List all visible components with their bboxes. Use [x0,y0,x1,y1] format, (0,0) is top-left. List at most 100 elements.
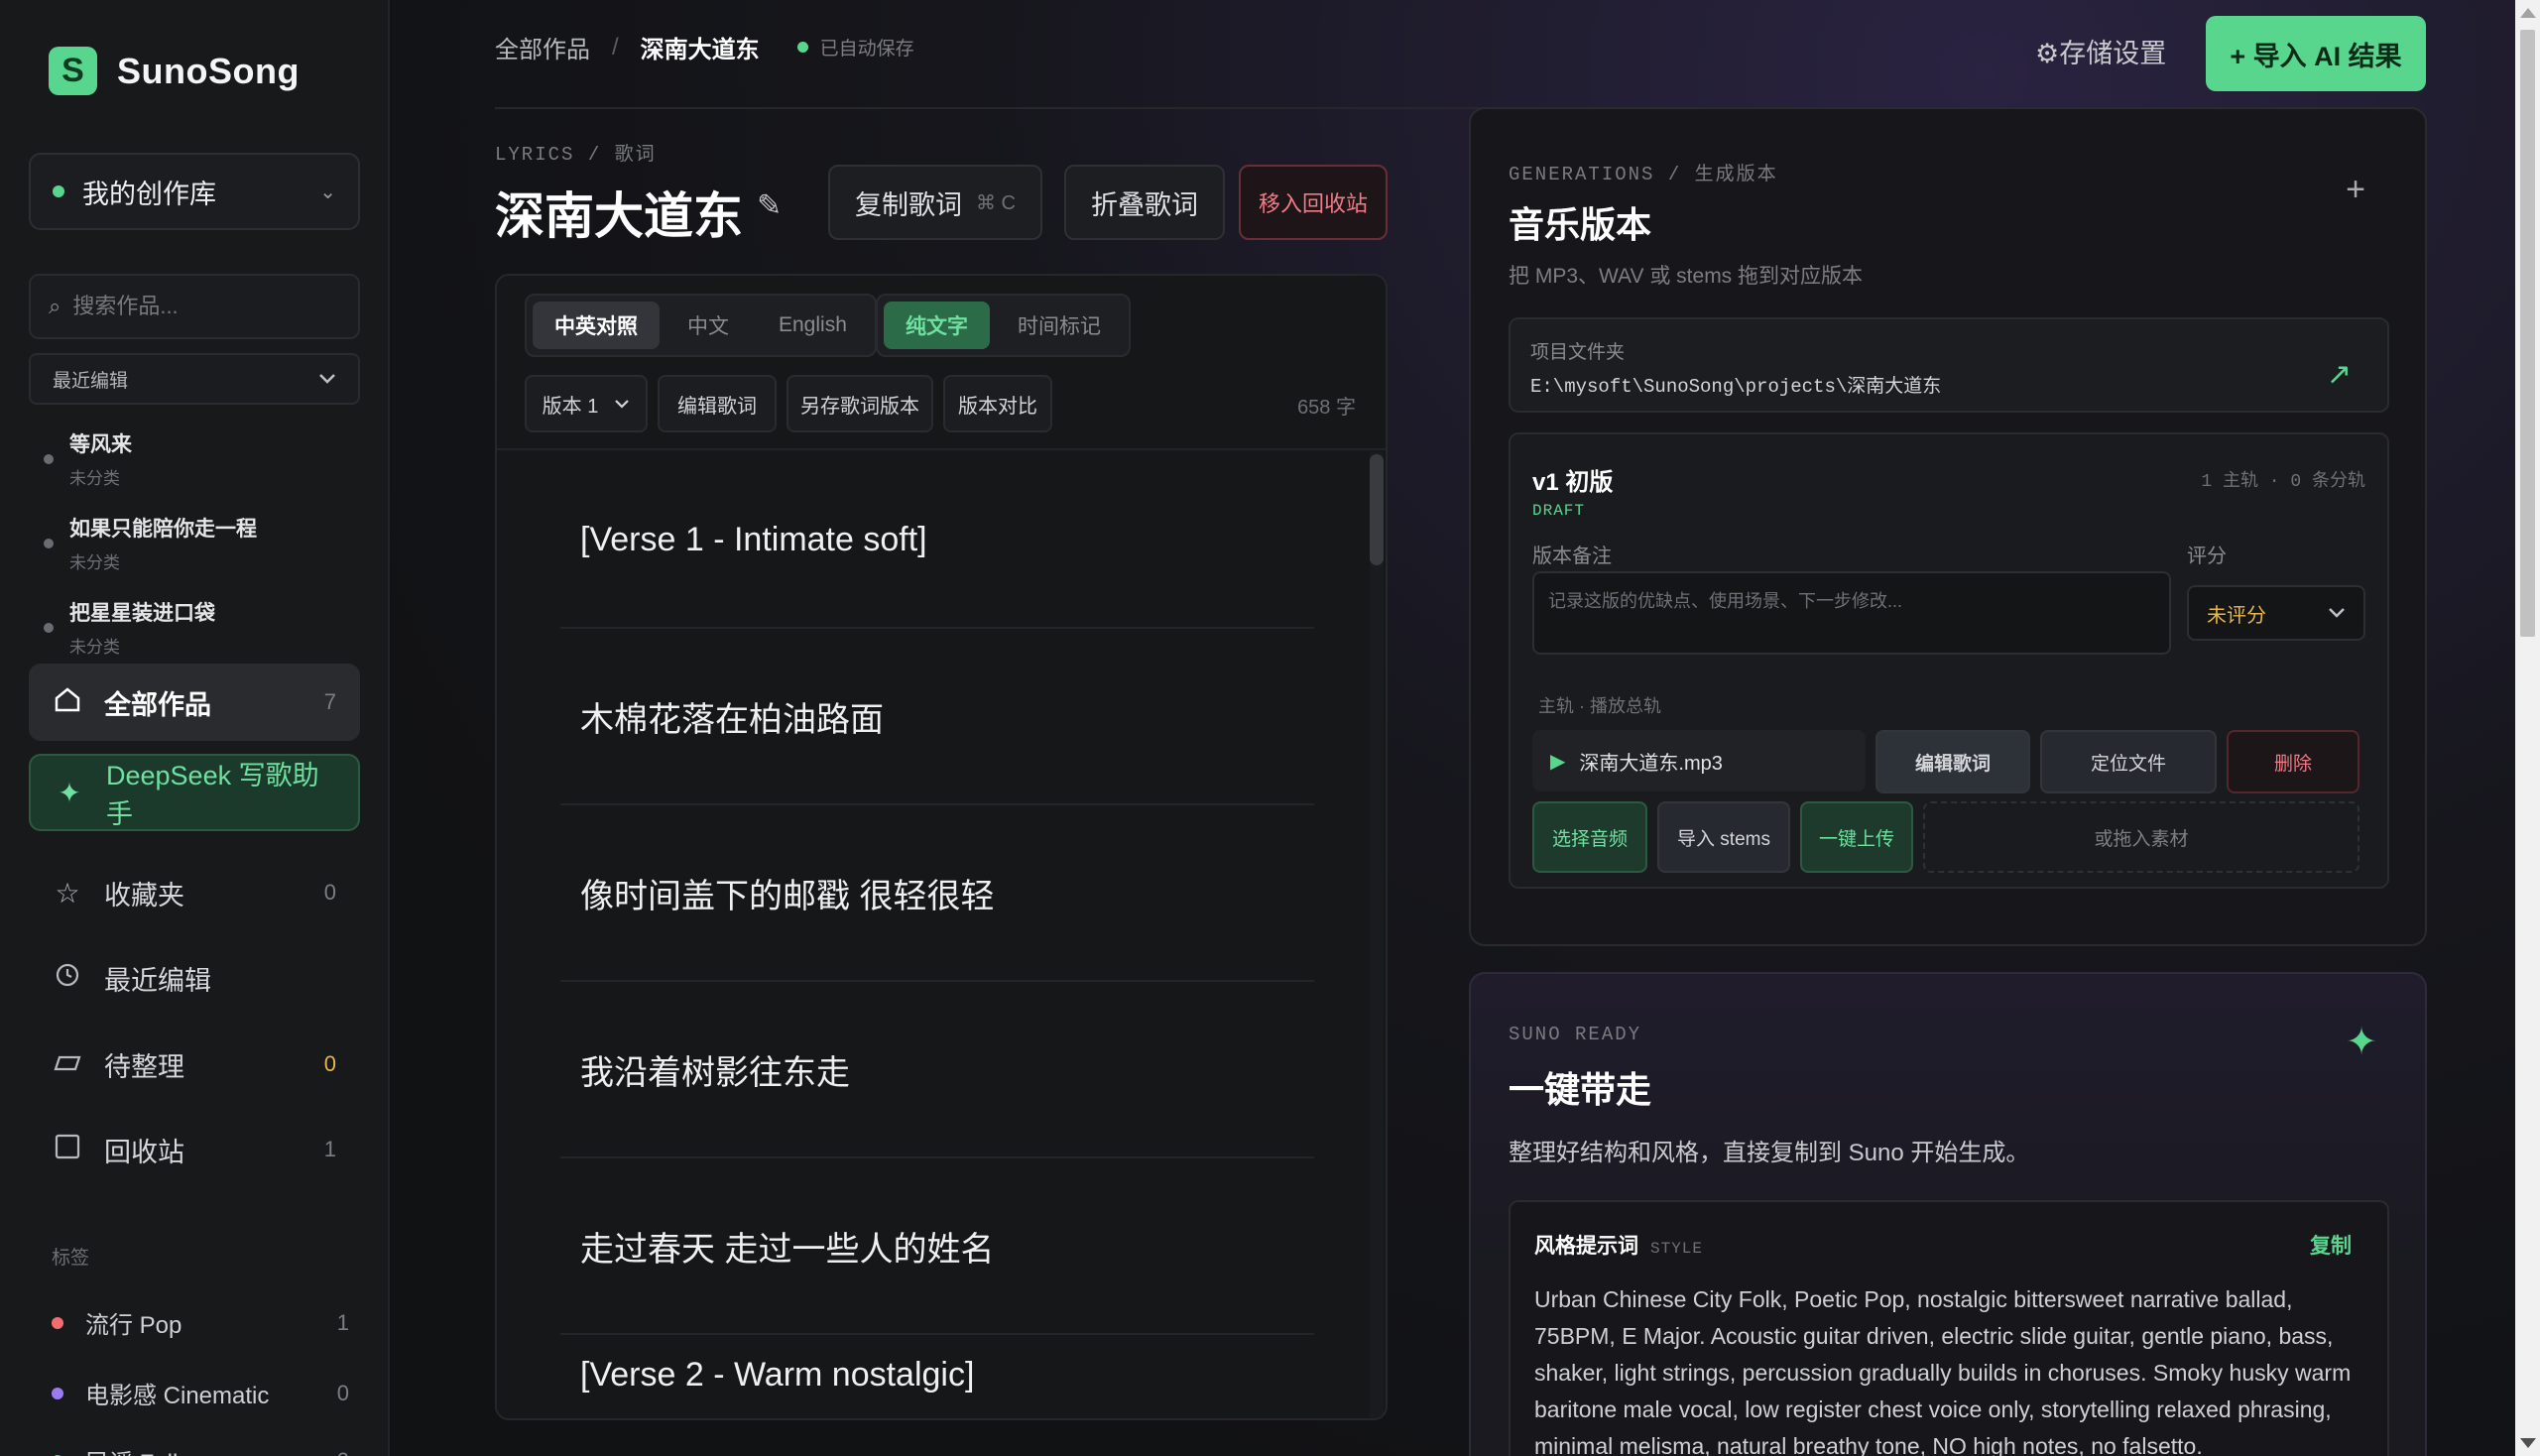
recent-song-item[interactable]: 把星星装进口袋 未分类 [44,597,215,658]
lyric-line[interactable]: 我沿着树影往东走 [560,982,1314,1158]
main-track-label: 主轨 · 播放总轨 [1538,696,1661,716]
recent-song-category: 未分类 [69,638,120,657]
chevron-down-icon [319,374,335,384]
suno-subtitle: 整理好结构和风格，直接复制到 Suno 开始生成。 [1509,1140,2030,1166]
lyrics-scrollbar-thumb[interactable] [1370,454,1384,565]
breadcrumb-root-link[interactable]: 全部作品 [495,30,590,64]
move-to-trash-label: 移入回收站 [1258,191,1368,216]
tab-bilingual[interactable]: 中英对照 [533,302,660,349]
version-card: v1 初版 DRAFT 1 主轨 · 0 条分轨 版本备注 评分 未评分 主轨 … [1509,432,2389,889]
search-icon: ⌕ [49,294,61,318]
style-prompt-text: Urban Chinese City Folk, Poetic Pop, nos… [1534,1286,2352,1456]
rating-select[interactable]: 未评分 [2187,585,2365,641]
search-box[interactable]: ⌕ [29,274,360,339]
breadcrumb: 全部作品 / 深南大道东 已自动保存 [495,30,914,64]
page-scrollbar-thumb[interactable] [2520,30,2535,637]
rating-select-value: 未评分 [2207,604,2266,627]
recent-song-category: 未分类 [69,469,120,488]
mode-tabs: 纯文字 时间标记 [876,294,1131,357]
nav-label: 回收站 [104,1137,184,1167]
page-scrollbar[interactable] [2515,0,2540,1456]
recent-song-item[interactable]: 等风来 未分类 [44,428,132,489]
lyric-line[interactable]: 木棉花落在柏油路面 [560,629,1314,805]
style-prompt-header: 风格提示词 STYLE [1534,1230,1703,1260]
move-to-trash-button[interactable]: 移入回收站 [1239,165,1388,240]
rating-label: 评分 [2187,546,2227,567]
copy-lyrics-label: 复制歌词 [855,189,962,220]
nav-recent[interactable]: 最近编辑 [29,939,360,1017]
tab-timestamps[interactable]: 时间标记 [996,302,1123,349]
tab-english[interactable]: English [757,302,869,349]
character-count: 658 字 [1297,397,1356,419]
tag-item[interactable]: 民谣 Folk 0 [52,1443,349,1456]
recent-song-item[interactable]: 如果只能陪你走一程 未分类 [44,513,257,573]
open-folder-arrow-icon[interactable]: ↗ [2327,357,2352,392]
breadcrumb-current: 深南大道东 [640,37,760,63]
fold-lyrics-button[interactable]: 折叠歌词 [1064,165,1225,240]
copy-lyrics-button[interactable]: 复制歌词 ⌘ C [828,165,1042,240]
audio-file-name: 深南大道东.mp3 [1579,752,1723,775]
chevron-down-icon: ⌄ [319,181,336,203]
brand-logo-icon: S [49,47,97,95]
suno-ready-card: SUNO READY 一键带走 ✦ 整理好结构和风格，直接复制到 Suno 开始… [1469,972,2427,1456]
clock-icon [53,962,82,995]
autosave-dot-icon [796,42,808,53]
storage-settings-button[interactable]: ⚙存储设置 [2035,32,2166,70]
lyric-line[interactable]: [Verse 1 - Intimate soft] [560,452,1314,629]
nav-label: DeepSeek 写歌助手 [106,761,319,829]
save-lyrics-version-button[interactable]: 另存歌词版本 [786,375,933,432]
nav-to-organize[interactable]: 待整理 0 [29,1026,360,1103]
one-click-upload-button[interactable]: 一键上传 [1800,801,1913,873]
nav-all-works[interactable]: 全部作品 7 [29,664,360,741]
audio-file-row[interactable]: ▶ 深南大道东.mp3 [1532,730,1866,791]
project-folder-path: E:\mysoft\SunoSong\projects\深南大道东 [1530,376,1942,398]
sort-select[interactable]: 最近编辑 [29,353,360,405]
copy-style-button[interactable]: 复制 [2310,1230,2352,1260]
select-audio-button[interactable]: 选择音频 [1532,801,1647,873]
import-ai-result-button[interactable]: + 导入 AI 结果 [2206,16,2426,91]
lyric-line[interactable]: [Verse 2 - Warm nostalgic] [560,1335,1314,1414]
tab-plain-text[interactable]: 纯文字 [884,302,990,349]
nav-favorites[interactable]: ☆ 收藏夹 0 [29,854,360,931]
chevron-down-icon [615,400,630,409]
compare-versions-button[interactable]: 版本对比 [943,375,1052,432]
sidebar: S SunoSong 我的创作库 ⌄ ⌕ 最近编辑 等风来 未分类 如果 [0,0,390,1456]
edit-lyrics-button[interactable]: 编辑歌词 [658,375,777,432]
tag-item[interactable]: 流行 Pop 1 [52,1305,349,1340]
version-note-textarea[interactable] [1532,571,2171,655]
tab-chinese[interactable]: 中文 [665,302,751,349]
version-edit-lyrics-button[interactable]: 编辑歌词 [1875,730,2030,793]
play-icon[interactable]: ▶ [1550,749,1565,774]
add-version-plus-icon[interactable]: + [2346,171,2365,209]
lyric-line[interactable]: 像时间盖下的邮戳 很轻很轻 [560,805,1314,982]
sparkle-icon: ✦ [2346,1022,2377,1063]
project-folder-label: 项目文件夹 [1530,342,1626,363]
recent-dot-icon [44,539,54,548]
drop-zone[interactable]: 或拖入素材 [1923,801,2359,873]
suno-eyebrow: SUNO READY [1509,1024,1642,1045]
workspace-selector[interactable]: 我的创作库 ⌄ [29,153,360,230]
version-select[interactable]: 版本 1 [525,375,648,432]
pencil-icon[interactable]: ✎ [757,188,782,223]
generations-eyebrow: GENERATIONS / 生成版本 [1509,164,1778,185]
scroll-up-arrow-icon[interactable] [2520,8,2536,18]
nav-trash[interactable]: 回收站 1 [29,1111,360,1188]
locate-file-button[interactable]: 定位文件 [2040,730,2217,793]
nav-label: 收藏夹 [104,880,184,910]
autosave-text: 已自动保存 [819,39,914,60]
search-input[interactable] [72,294,359,319]
nav-deepseek-assistant[interactable]: ✦ DeepSeek 写歌助手 [29,754,360,831]
project-folder-box: 项目文件夹 E:\mysoft\SunoSong\projects\深南大道东 … [1509,317,2389,413]
lyrics-scrollbar-track[interactable] [1370,452,1384,1418]
scroll-down-arrow-icon[interactable] [2520,1438,2536,1448]
recent-dot-icon [44,454,54,464]
lyrics-divider [497,448,1386,450]
brand[interactable]: S SunoSong [49,47,300,95]
recent-song-title: 把星星装进口袋 [69,602,215,625]
delete-track-button[interactable]: 删除 [2227,730,2359,793]
nav-label: 最近编辑 [104,965,211,996]
lyric-line[interactable]: 走过春天 走过一些人的姓名 [560,1158,1314,1335]
workspace-label: 我的创作库 [82,179,216,209]
import-stems-button[interactable]: 导入 stems [1657,801,1790,873]
tag-item[interactable]: 电影感 Cinematic 0 [52,1376,349,1410]
